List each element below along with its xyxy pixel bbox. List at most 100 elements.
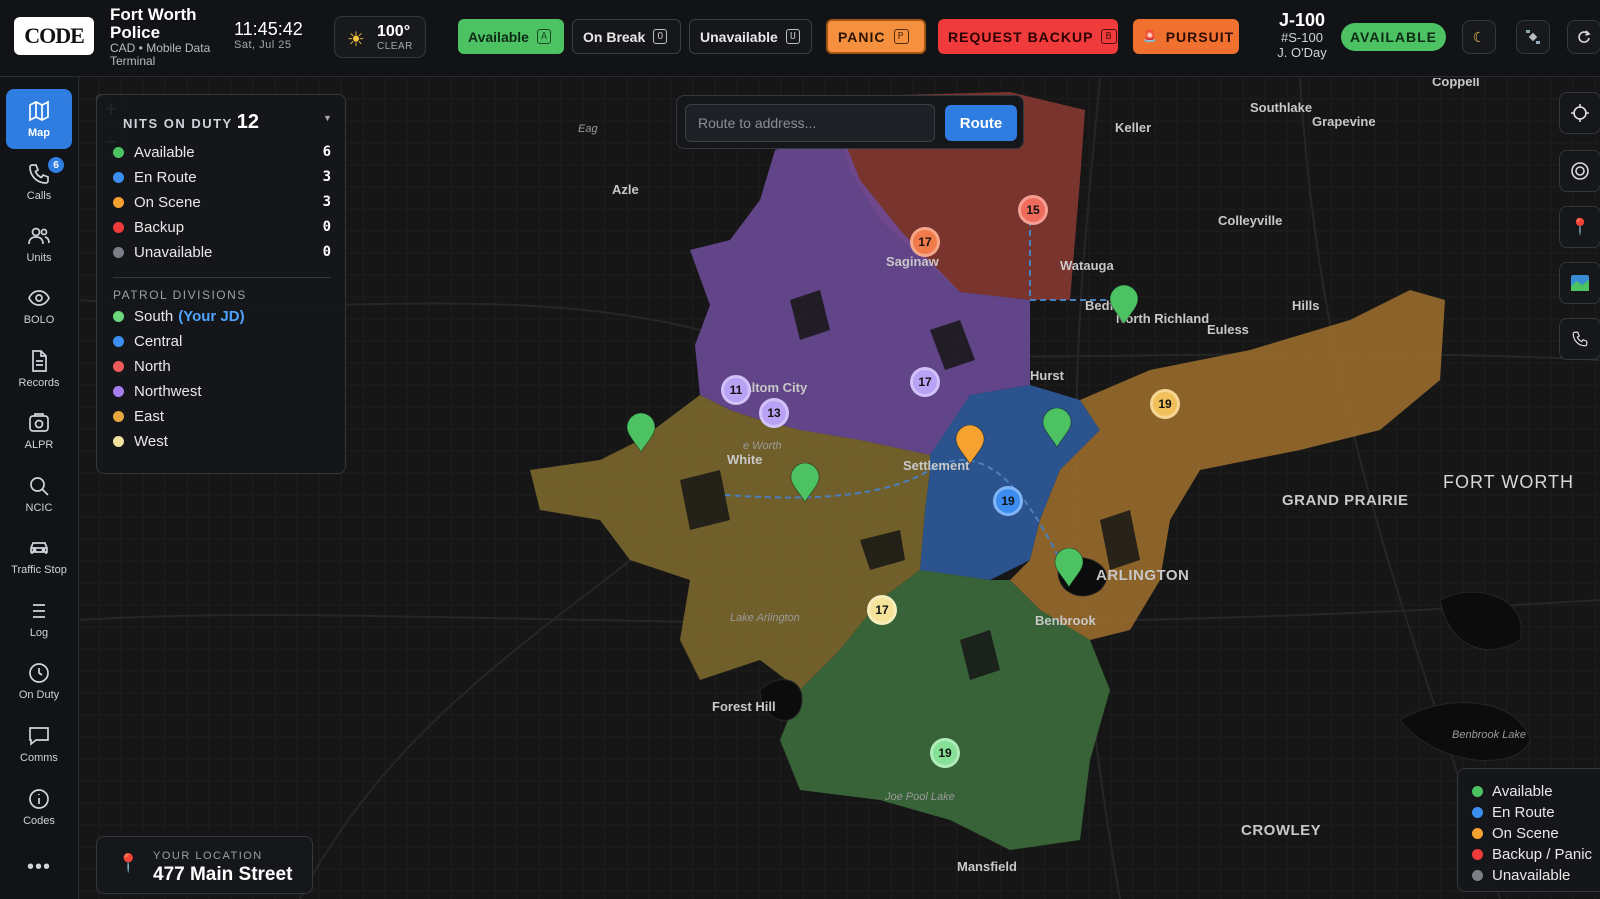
sidebar-item-records[interactable]: Records	[6, 339, 72, 399]
status-row[interactable]: Unavailable 0	[113, 240, 331, 264]
sidebar-item-ncic[interactable]: NCIC	[6, 464, 72, 524]
unit-cluster[interactable]: 15	[1018, 195, 1048, 225]
unit-cluster[interactable]: 17	[867, 595, 897, 625]
unit-pin-available[interactable]	[790, 462, 820, 503]
pursuit-label: PURSUIT	[1165, 28, 1235, 45]
sidebar-item-label: BOLO	[23, 314, 55, 326]
camera-icon	[29, 413, 49, 432]
division-row[interactable]: East	[113, 404, 331, 428]
target-icon	[1571, 162, 1589, 180]
sidebar-item-codes[interactable]: Codes	[6, 777, 72, 837]
status-row[interactable]: On Scene 3	[113, 190, 331, 214]
status-label: On Scene	[134, 193, 201, 211]
map-pin-icon	[790, 462, 820, 503]
dark-mode-button[interactable]: ☾	[1462, 20, 1496, 54]
moon-icon: ☾	[1472, 28, 1486, 45]
weather-condition: CLEAR	[377, 41, 413, 52]
refresh-icon	[1578, 30, 1591, 43]
legend-dot	[1472, 848, 1483, 860]
division-row[interactable]: West	[113, 429, 331, 453]
legend-item: En Route	[1472, 802, 1600, 822]
agency-logo: CODE	[14, 17, 94, 55]
your-location-card[interactable]: 📍 YOUR LOCATION 477 Main Street	[96, 836, 313, 894]
document-icon	[32, 350, 47, 372]
more-icon: •••	[26, 855, 51, 878]
legend-dot	[1472, 785, 1483, 797]
legend-label: Available	[1492, 782, 1553, 800]
sidebar-item-label: Calls	[26, 190, 52, 202]
place-label: Saginaw	[886, 254, 939, 269]
status-unavailable-button[interactable]: Unavailable U	[689, 19, 812, 54]
unit-callsign: #S-100	[1281, 30, 1323, 45]
status-label: Backup	[134, 218, 185, 236]
sidebar-item-on-duty[interactable]: On Duty	[6, 651, 72, 711]
collapse-caret-icon[interactable]: ▼	[323, 113, 332, 123]
sidebar-item-units[interactable]: Units	[6, 214, 72, 274]
sidebar-item-alpr[interactable]: ALPR	[6, 401, 72, 461]
sidebar-item-label: ALPR	[24, 439, 54, 451]
legend-label: On Scene	[1492, 824, 1559, 842]
unit-cluster[interactable]: 19	[993, 486, 1023, 516]
request-backup-button[interactable]: REQUEST BACKUP B	[938, 19, 1118, 54]
status-available-button[interactable]: Available A	[458, 19, 564, 54]
sidebar-item-label: Comms	[20, 752, 58, 764]
place-label: Lake Arlington	[730, 612, 800, 624]
map-layer-icon	[1571, 275, 1589, 291]
status-row[interactable]: Available 6	[113, 140, 331, 164]
target-button[interactable]	[1559, 150, 1600, 192]
sidebar-item-calls[interactable]: 6 Calls	[6, 152, 72, 212]
agency-name: Fort Worth Police	[110, 5, 197, 42]
unit-cluster[interactable]: 17	[910, 367, 940, 397]
location-address: 477 Main Street	[153, 864, 293, 885]
satellite-button[interactable]	[1516, 20, 1550, 54]
unit-pin-available[interactable]	[1054, 547, 1084, 588]
unit-cluster[interactable]: 19	[1150, 389, 1180, 419]
logo-text: CODE	[24, 23, 85, 48]
weather-temp: 100°	[377, 23, 411, 40]
shortcut-key: P	[893, 29, 909, 44]
unit-cluster[interactable]: 17	[910, 227, 940, 257]
division-row[interactable]: North	[113, 354, 331, 378]
sidebar-item-comms[interactable]: Comms	[6, 714, 72, 774]
sidebar-item-map[interactable]: Map	[6, 89, 72, 149]
division-label: Central	[134, 332, 183, 350]
unit-cluster[interactable]: 19	[930, 738, 960, 768]
route-button[interactable]: Route	[945, 105, 1017, 141]
sidebar-item-label: Records	[18, 377, 60, 389]
sidebar-item-traffic-stop[interactable]: Traffic Stop	[6, 526, 72, 586]
locate-me-button[interactable]	[1559, 92, 1600, 134]
place-label: CROWLEY	[1241, 822, 1322, 839]
unit-pin-available[interactable]	[1109, 284, 1139, 325]
drop-pin-button[interactable]: 📍	[1559, 206, 1600, 248]
place-label: Euless	[1207, 322, 1249, 337]
status-on-break-label: On Break	[583, 28, 646, 45]
route-address-input[interactable]	[685, 104, 935, 142]
status-on-break-button[interactable]: On Break O	[572, 19, 681, 54]
place-label: Benbrook	[1035, 613, 1096, 628]
sidebar-item-more[interactable]: •••	[6, 847, 72, 887]
unit-pin-on-scene[interactable]	[955, 424, 985, 465]
division-row[interactable]: South (Your JD)	[113, 304, 331, 328]
sidebar-item-bolo[interactable]: BOLO	[6, 276, 72, 336]
eye-icon	[28, 290, 50, 306]
refresh-button[interactable]	[1567, 20, 1600, 54]
place-label: Grapevine	[1312, 114, 1376, 129]
call-button[interactable]	[1559, 318, 1600, 360]
unit-cluster[interactable]: 11	[721, 375, 751, 405]
division-dot	[113, 385, 124, 397]
panic-button[interactable]: PANIC P	[826, 19, 926, 54]
status-row[interactable]: Backup 0	[113, 215, 331, 239]
status-row[interactable]: En Route 3	[113, 165, 331, 189]
sidebar-item-log[interactable]: Log	[6, 589, 72, 649]
unit-pin-available[interactable]	[1042, 407, 1072, 448]
map-layer-button[interactable]	[1559, 262, 1600, 304]
shortcut-key: B	[1101, 29, 1117, 44]
unit-cluster[interactable]: 13	[759, 398, 789, 428]
division-row[interactable]: Central	[113, 329, 331, 353]
unit-pin-available[interactable]	[626, 412, 656, 453]
division-row[interactable]: Northwest	[113, 379, 331, 403]
legend-item: Unavailable	[1472, 865, 1600, 885]
map-pin-icon	[1054, 547, 1084, 588]
pursuit-button[interactable]: 🚨 PURSUIT	[1133, 19, 1239, 54]
legend-dot	[1472, 827, 1483, 839]
